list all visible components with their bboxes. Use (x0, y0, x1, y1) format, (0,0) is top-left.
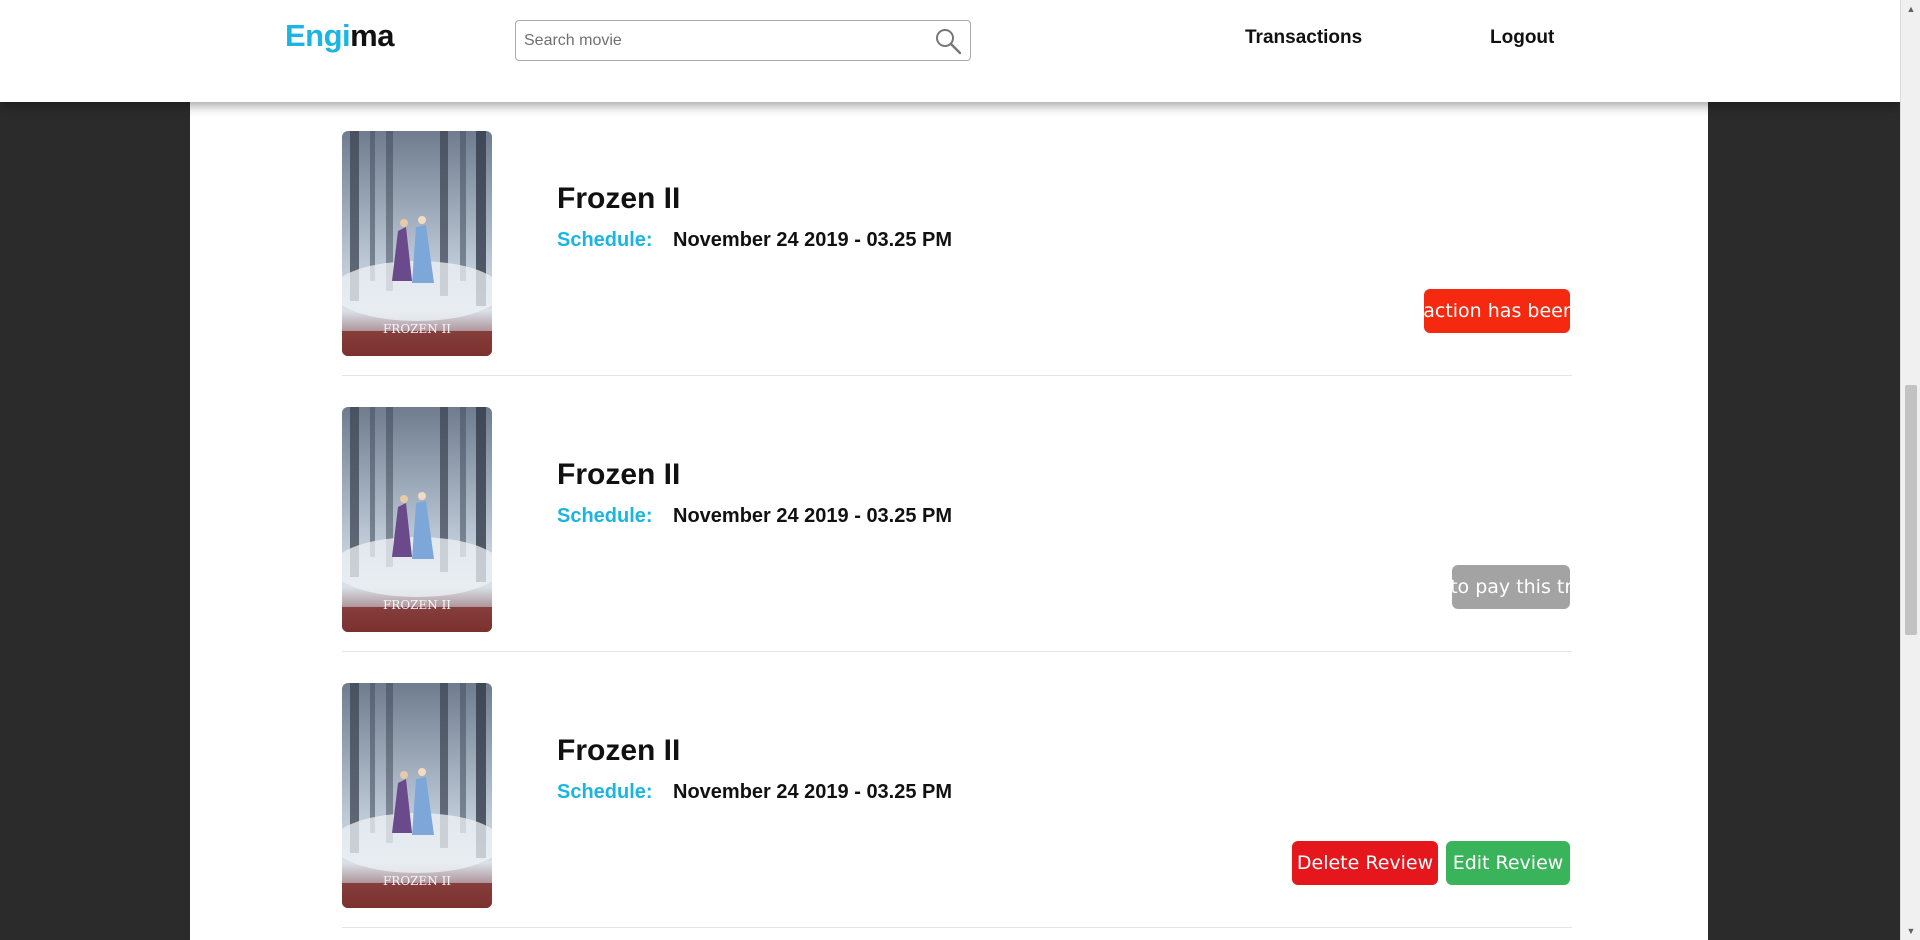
schedule-value: November 24 2019 - 03.25 PM (673, 781, 953, 803)
page-viewport: FROZEN II Frozen II Schedule: November 2… (0, 0, 1900, 940)
movie-poster: FROZEN II (342, 683, 492, 908)
schedule-label: Schedule: (557, 229, 653, 251)
movie-poster: FROZEN II (342, 407, 492, 632)
transaction-row: FROZEN II Frozen II Schedule: November 2… (342, 652, 1572, 928)
schedule-value: November 24 2019 - 03.25 PM (673, 229, 953, 251)
scroll-down-icon[interactable]: ▼ (1901, 922, 1920, 940)
vertical-scrollbar[interactable]: ▲ ▼ (1900, 0, 1920, 940)
nav-logout-link[interactable]: Logout (1490, 27, 1554, 49)
movie-poster: FROZEN II (342, 131, 492, 356)
nav-transactions-link[interactable]: Transactions (1245, 27, 1362, 49)
logo-part-1: Engi (285, 18, 351, 53)
status-badge-canceled: Your transaction has been canceled (1328, 289, 1666, 333)
delete-review-button[interactable]: Delete Review (1292, 841, 1438, 885)
schedule-label: Schedule: (557, 505, 653, 527)
status-badge-unpaid: You need to pay this transaction (1358, 565, 1664, 609)
top-navbar: Engima Transactions Logout (0, 0, 1900, 102)
transaction-row: FROZEN II Frozen II Schedule: November 2… (342, 376, 1664, 652)
movie-title: Frozen II (557, 734, 681, 767)
poster-caption: FROZEN II (383, 598, 451, 612)
poster-caption: FROZEN II (383, 322, 451, 336)
movie-title: Frozen II (557, 182, 681, 215)
edit-review-label: Edit Review (1452, 852, 1564, 874)
edit-review-button[interactable]: Edit Review (1446, 841, 1570, 885)
search-box (515, 20, 971, 61)
scroll-up-icon[interactable]: ▲ (1901, 0, 1920, 18)
logo-part-2: ma (350, 18, 394, 53)
poster-caption: FROZEN II (383, 874, 451, 888)
status-text: Your transaction has been canceled (1327, 300, 1667, 322)
transactions-panel: FROZEN II Frozen II Schedule: November 2… (190, 100, 1708, 940)
engima-logo[interactable]: Engima (285, 18, 394, 54)
scrollbar-thumb[interactable] (1905, 385, 1917, 635)
search-icon[interactable] (934, 27, 962, 55)
schedule-label: Schedule: (557, 781, 653, 803)
schedule-value: November 24 2019 - 03.25 PM (673, 505, 953, 527)
delete-review-label: Delete Review (1296, 852, 1434, 874)
transaction-row: FROZEN II Frozen II Schedule: November 2… (342, 100, 1666, 376)
status-text: You need to pay this transaction (1357, 576, 1665, 598)
search-input[interactable] (524, 21, 924, 60)
movie-title: Frozen II (557, 458, 681, 491)
